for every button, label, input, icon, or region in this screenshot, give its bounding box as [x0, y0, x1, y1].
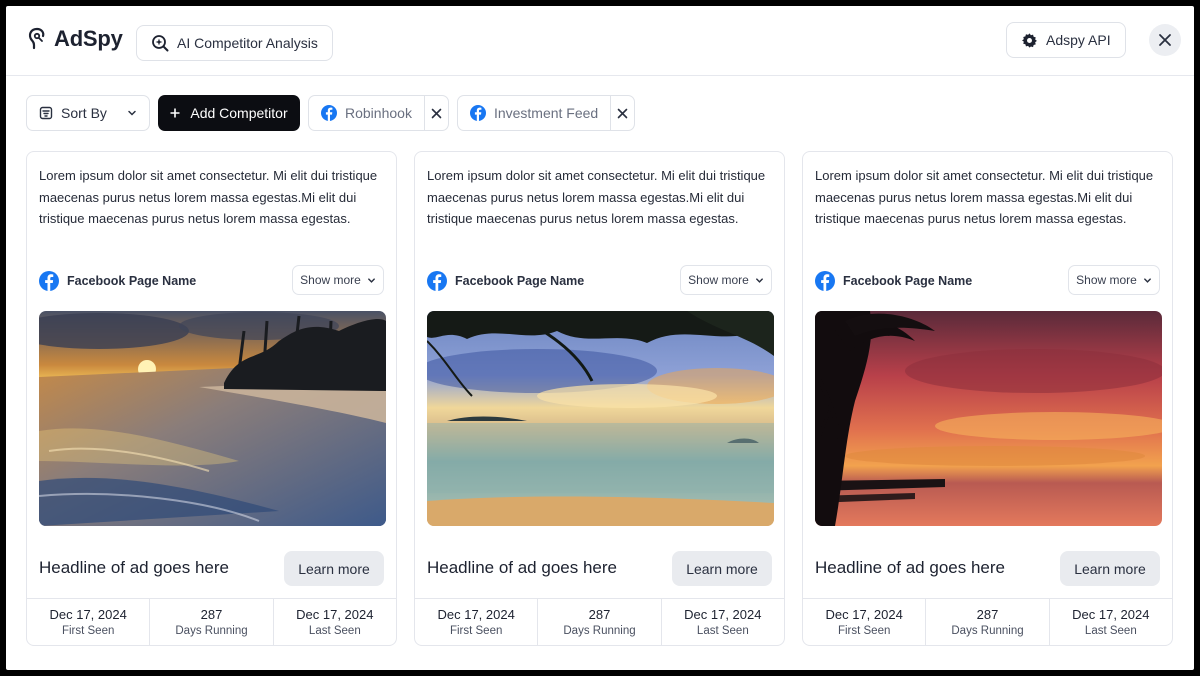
- ai-competitor-analysis-button[interactable]: AI Competitor Analysis: [136, 25, 333, 61]
- close-icon: [617, 108, 628, 118]
- days-running-value: 287: [976, 607, 999, 622]
- facebook-page-name: Facebook Page Name: [67, 274, 197, 288]
- learn-more-button[interactable]: Learn more: [1060, 551, 1160, 586]
- brand-logo[interactable]: AdSpy: [26, 26, 123, 52]
- top-bar: AdSpy AI Competitor Analysis Adspy API: [6, 6, 1194, 76]
- last-seen-value: Dec 17, 2024: [296, 607, 374, 622]
- first-seen-value: Dec 17, 2024: [49, 607, 127, 622]
- competitor-chip-label: Robinhook: [345, 105, 412, 121]
- adspy-window: AdSpy AI Competitor Analysis Adspy API S…: [6, 6, 1194, 670]
- ad-stats: Dec 17, 2024 First Seen 287 Days Running…: [803, 598, 1172, 645]
- tropical-sunset-image: [427, 311, 774, 526]
- adspy-api-button[interactable]: Adspy API: [1006, 22, 1126, 58]
- facebook-icon: [39, 271, 59, 291]
- ai-search-icon: [152, 35, 169, 52]
- show-more-button[interactable]: Show more: [680, 265, 772, 295]
- days-running-label: Days Running: [563, 625, 636, 637]
- chevron-down-icon: [367, 277, 375, 283]
- facebook-icon: [815, 271, 835, 291]
- close-button[interactable]: [1149, 24, 1181, 56]
- learn-more-button[interactable]: Learn more: [284, 551, 384, 586]
- ad-headline: Headline of ad goes here: [427, 558, 617, 577]
- ad-image[interactable]: [39, 311, 386, 526]
- facebook-icon: [469, 105, 486, 121]
- sort-by-dropdown[interactable]: Sort By: [26, 95, 150, 131]
- first-seen-label: First Seen: [61, 625, 115, 637]
- days-running-stat: 287 Days Running: [926, 599, 1050, 645]
- days-running-label: Days Running: [175, 625, 248, 637]
- learn-more-button[interactable]: Learn more: [672, 551, 772, 586]
- facebook-icon: [321, 105, 337, 121]
- show-more-button[interactable]: Show more: [1068, 265, 1160, 295]
- ad-body-text: Lorem ipsum dolor sit amet consectetur. …: [39, 168, 378, 227]
- beach-sunset-image: [39, 311, 386, 526]
- ad-headline: Headline of ad goes here: [39, 558, 229, 577]
- page-info[interactable]: Facebook Page Name: [427, 271, 584, 291]
- show-more-label: Show more: [688, 273, 749, 287]
- last-seen-stat: Dec 17, 2024 Last Seen: [662, 599, 784, 645]
- brand-logo-icon: [28, 27, 45, 50]
- gear-icon: [1022, 32, 1037, 48]
- ad-headline: Headline of ad goes here: [815, 558, 1005, 577]
- first-seen-value: Dec 17, 2024: [825, 607, 903, 622]
- competitor-chip-label-wrap[interactable]: Investment Feed: [458, 96, 610, 130]
- days-running-value: 287: [200, 607, 223, 622]
- facebook-page-name: Facebook Page Name: [455, 274, 585, 288]
- show-more-label: Show more: [1076, 273, 1137, 287]
- days-running-value: 287: [588, 607, 611, 622]
- brand-name: AdSpy: [54, 26, 123, 51]
- last-seen-label: Last Seen: [308, 625, 361, 637]
- show-more-button[interactable]: Show more: [292, 265, 384, 295]
- last-seen-stat: Dec 17, 2024 Last Seen: [1050, 599, 1172, 645]
- first-seen-label: First Seen: [837, 625, 891, 637]
- days-running-label: Days Running: [951, 625, 1024, 637]
- chevron-down-icon: [1143, 277, 1151, 283]
- facebook-page-name: Facebook Page Name: [843, 274, 973, 288]
- chevron-down-icon: [755, 277, 763, 283]
- filter-bar: Sort By Add Competitor Robinhook Investm…: [26, 95, 636, 131]
- red-sunset-image: [815, 311, 1162, 526]
- first-seen-stat: Dec 17, 2024 First Seen: [27, 599, 151, 645]
- remove-chip-button[interactable]: [423, 96, 448, 130]
- ad-card[interactable]: Lorem ipsum dolor sit amet consectetur. …: [802, 151, 1173, 646]
- competitor-chip-label-wrap[interactable]: Robinhook: [309, 96, 424, 130]
- page-info[interactable]: Facebook Page Name: [39, 271, 196, 291]
- last-seen-stat: Dec 17, 2024 Last Seen: [274, 599, 396, 645]
- ad-body-text: Lorem ipsum dolor sit amet consectetur. …: [427, 168, 766, 227]
- ad-image[interactable]: [427, 311, 774, 526]
- plus-icon: [170, 108, 180, 118]
- close-icon: [431, 108, 442, 118]
- ad-stats: Dec 17, 2024 First Seen 287 Days Running…: [27, 598, 396, 645]
- ai-competitor-analysis-label: AI Competitor Analysis: [177, 35, 318, 51]
- ad-stats: Dec 17, 2024 First Seen 287 Days Running…: [415, 598, 784, 645]
- show-more-label: Show more: [300, 273, 361, 287]
- first-seen-value: Dec 17, 2024: [437, 607, 515, 622]
- close-icon: [1159, 34, 1171, 46]
- sort-icon: [39, 106, 53, 120]
- last-seen-value: Dec 17, 2024: [684, 607, 762, 622]
- days-running-stat: 287 Days Running: [150, 599, 274, 645]
- add-competitor-label: Add Competitor: [190, 105, 288, 121]
- last-seen-value: Dec 17, 2024: [1072, 607, 1150, 622]
- adspy-api-label: Adspy API: [1046, 32, 1111, 48]
- last-seen-label: Last Seen: [696, 625, 749, 637]
- chevron-down-icon: [128, 110, 136, 116]
- sort-by-label: Sort By: [61, 105, 107, 121]
- ad-image[interactable]: [815, 311, 1162, 526]
- first-seen-label: First Seen: [449, 625, 503, 637]
- ad-card[interactable]: Lorem ipsum dolor sit amet consectetur. …: [414, 151, 785, 646]
- first-seen-stat: Dec 17, 2024 First Seen: [415, 599, 539, 645]
- add-competitor-button[interactable]: Add Competitor: [158, 95, 300, 131]
- remove-chip-button[interactable]: [610, 96, 634, 130]
- facebook-icon: [427, 271, 447, 291]
- ad-body-text: Lorem ipsum dolor sit amet consectetur. …: [815, 168, 1154, 227]
- competitor-chip[interactable]: Investment Feed: [456, 95, 636, 131]
- first-seen-stat: Dec 17, 2024 First Seen: [803, 599, 927, 645]
- ad-card[interactable]: Lorem ipsum dolor sit amet consectetur. …: [26, 151, 397, 646]
- days-running-stat: 287 Days Running: [538, 599, 662, 645]
- page-info[interactable]: Facebook Page Name: [815, 271, 972, 291]
- last-seen-label: Last Seen: [1084, 625, 1137, 637]
- competitor-chip[interactable]: Robinhook: [308, 95, 449, 131]
- competitor-chip-label: Investment Feed: [493, 105, 599, 121]
